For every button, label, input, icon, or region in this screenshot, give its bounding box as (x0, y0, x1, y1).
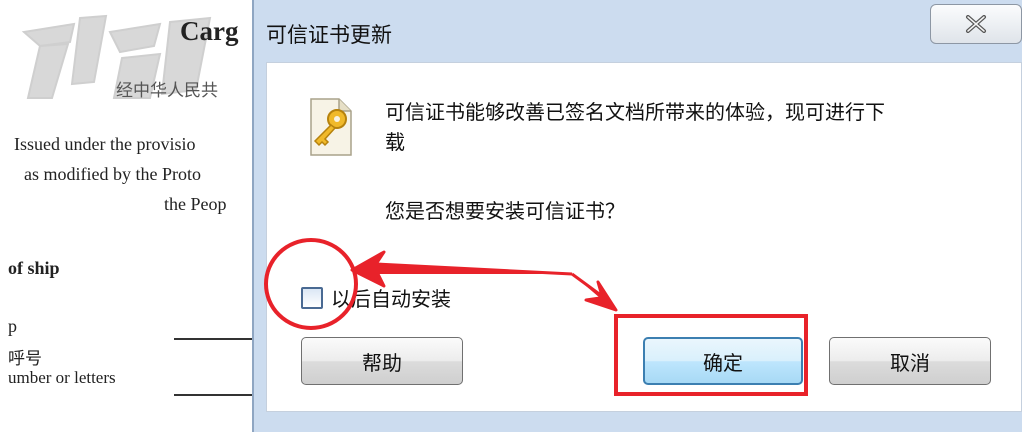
document-line: Issued under the provisio (14, 134, 196, 154)
document-field-label: umber or letters (8, 368, 116, 387)
cancel-button[interactable]: 取消 (829, 337, 991, 385)
ok-button[interactable]: 确定 (643, 337, 803, 385)
dialog-bottom-frame (254, 412, 1022, 432)
auto-install-label[interactable]: 以后自动安装 (331, 283, 451, 312)
document-underline (174, 394, 262, 396)
dialog-message: 可信证书能够改善已签名文档所带来的体验，现可进行下载 (385, 100, 885, 154)
document-field-label: 呼号 (8, 349, 42, 369)
close-icon (966, 15, 986, 33)
close-button[interactable] (930, 4, 1022, 44)
dialog-title: 可信证书更新 (266, 23, 392, 47)
document-field-label: p (8, 316, 17, 336)
dialog-question: 您是否想要安装可信证书？ (385, 199, 625, 223)
redaction-block (716, 150, 1002, 290)
auto-install-checkbox[interactable] (301, 287, 323, 309)
document-line: as modified by the Proto (24, 164, 201, 184)
certificate-key-icon (310, 98, 352, 156)
dialog-titlebar[interactable]: 可信证书更新 (254, 0, 1022, 60)
document-line: the Peop (164, 194, 227, 214)
document-title: Carg (180, 16, 239, 46)
document-field-label: of ship (8, 258, 60, 278)
help-button[interactable]: 帮助 (301, 337, 463, 385)
document-underline (174, 338, 262, 340)
document-chinese-subtitle: 经中华人民共 (116, 81, 218, 101)
